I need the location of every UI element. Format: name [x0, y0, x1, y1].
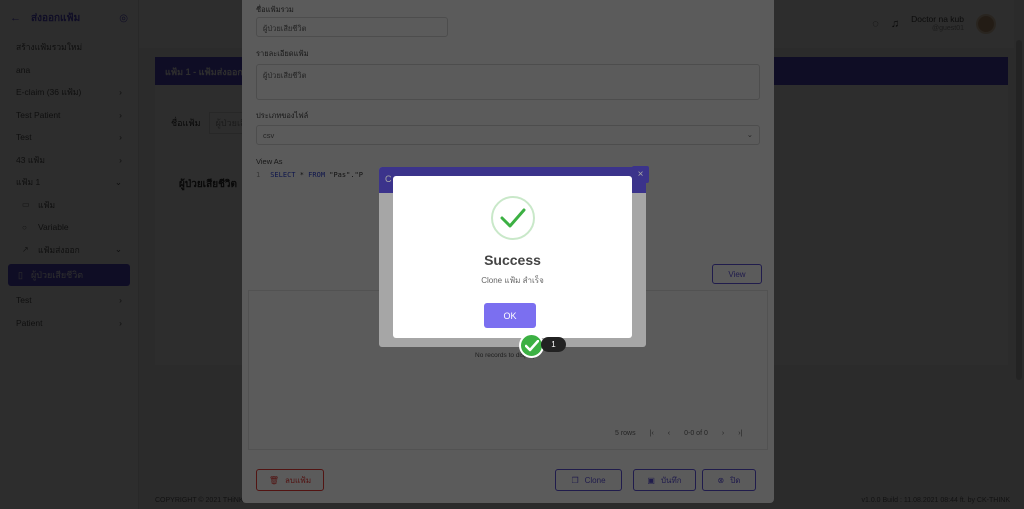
success-dialog: Success Clone แฟ้ม สำเร็จ OK [393, 176, 632, 338]
dialog-title: Success [484, 252, 541, 268]
success-check-icon [490, 196, 535, 240]
dialog-message: Clone แฟ้ม สำเร็จ [481, 276, 544, 285]
ok-button[interactable]: OK [484, 303, 536, 328]
step-badge: 1 [541, 337, 566, 352]
